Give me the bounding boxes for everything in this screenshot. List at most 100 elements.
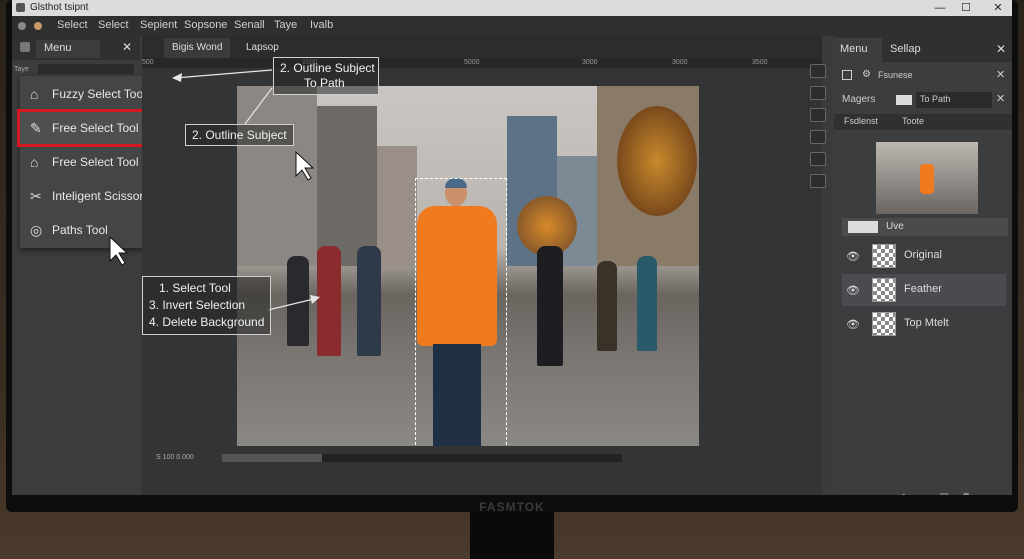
- right-tool-strip: [808, 64, 832, 204]
- paths-panel-icon[interactable]: [810, 108, 826, 122]
- status-text: S 100 0.000: [156, 454, 194, 461]
- menu-select[interactable]: Select: [57, 19, 88, 31]
- tool-label: Free Select Tool: [52, 155, 139, 169]
- layer-thumbnail: [872, 244, 896, 268]
- menu-ivalb[interactable]: Ivalb: [310, 19, 333, 31]
- step-3: 3. Invert Selection: [149, 298, 246, 312]
- left-panel-tabs: Menu ✕: [12, 36, 140, 60]
- window-title: Glsthot tsipnt: [30, 2, 89, 13]
- building: [317, 106, 377, 266]
- layer-thumbnail: [872, 312, 896, 336]
- free-select-icon: ✎: [30, 120, 42, 136]
- live-row[interactable]: Uve: [842, 218, 1008, 236]
- layer-name: Original: [904, 249, 942, 261]
- pedestrian: [287, 256, 309, 346]
- back-icon[interactable]: ◁: [897, 492, 905, 495]
- tab-sellap[interactable]: Sellap: [890, 43, 921, 55]
- panel-row-path: Magers To Path ✕: [834, 92, 1012, 110]
- swatch-icon[interactable]: [896, 95, 912, 105]
- pedestrian: [597, 261, 617, 351]
- monitor-brand: FASMTOK: [479, 500, 545, 514]
- folder-icon[interactable]: ▣: [940, 492, 949, 495]
- layer-name: Top Mtelt: [904, 317, 949, 329]
- ruler-mark: 3000: [672, 59, 688, 66]
- brush-icon[interactable]: [810, 130, 826, 144]
- screen: Glsthot tsipnt — ☐ ✕ Select Select Sepie…: [12, 0, 1012, 495]
- panel-small-label: Taye: [14, 66, 29, 73]
- doc-tab-1[interactable]: Bigis Wond: [164, 38, 231, 58]
- ruler-mark: 3500: [752, 59, 768, 66]
- live-label: Uve: [886, 221, 904, 232]
- layer-feather[interactable]: 👁 Feather: [842, 274, 1006, 306]
- sub-tab-b[interactable]: Toote: [902, 116, 924, 126]
- callout-line1: 2. Outline Subject: [280, 61, 375, 75]
- home-icon: [20, 42, 30, 52]
- building: [237, 86, 317, 266]
- menu-senall[interactable]: Senall: [234, 19, 265, 31]
- callout-steps: 1. Select Tool 3. Invert Selection 4. De…: [142, 276, 272, 335]
- pedestrian: [317, 246, 341, 356]
- menu-sepient[interactable]: Sepient: [140, 19, 177, 31]
- eye-icon[interactable]: 👁: [846, 318, 860, 331]
- tool-label: Fuzzy Select Tool: [52, 87, 146, 101]
- monitor-stand: [470, 512, 554, 559]
- eye-icon[interactable]: 👁: [846, 284, 860, 297]
- ruler-mark: 500: [142, 59, 154, 66]
- settings-icon[interactable]: ⚙: [962, 492, 971, 495]
- layer-name: Feather: [904, 283, 942, 295]
- scissors-icon: ✂: [30, 188, 42, 204]
- menu-select-2[interactable]: Select: [98, 19, 129, 31]
- free-select-icon: ⌂: [30, 154, 39, 170]
- callout-outline-subject: 2. Outline Subject: [185, 124, 294, 146]
- field-close-icon[interactable]: ✕: [996, 92, 1005, 105]
- document-tabs: Bigis Wond Lapsop: [142, 36, 822, 58]
- magers-label: Magers: [842, 94, 876, 105]
- scroll-thumb[interactable]: [222, 454, 322, 462]
- heart-icon: [18, 22, 26, 30]
- tab-menu-right[interactable]: Menu: [834, 38, 882, 62]
- checkbox-icon[interactable]: [842, 70, 852, 80]
- new-layer-icon[interactable]: ▭: [917, 492, 926, 495]
- autumn-tree: [617, 106, 697, 216]
- panel-row-sub: Fsdlenst Toote: [834, 114, 1012, 130]
- channels-icon[interactable]: [810, 86, 826, 100]
- gradient-icon[interactable]: [810, 174, 826, 188]
- mode-label: Fsunese: [878, 70, 913, 80]
- preview-subject: [920, 164, 934, 194]
- navigator-preview[interactable]: [876, 142, 978, 214]
- layer-footer: ⋯ ◁ ▭ ▣ ⚙: [874, 492, 971, 495]
- more-icon[interactable]: ⋯: [874, 492, 884, 495]
- panel-row-mode: ⚙ Fsunese ✕: [834, 68, 1012, 86]
- pattern-icon[interactable]: [810, 152, 826, 166]
- row-close-icon[interactable]: ✕: [996, 68, 1005, 81]
- ruler-mark: 5000: [464, 59, 480, 66]
- doc-tab-2[interactable]: Lapsop: [238, 38, 287, 58]
- right-panel-close-icon[interactable]: ✕: [996, 42, 1006, 56]
- menu-taye[interactable]: Taye: [274, 19, 297, 31]
- right-panel-tabs: Menu Sellap ✕: [834, 36, 1012, 62]
- layer-original[interactable]: 👁 Original: [842, 240, 1006, 272]
- horizontal-scrollbar[interactable]: [222, 454, 622, 462]
- menu-sopsone[interactable]: Sopsone: [184, 19, 227, 31]
- maximize-button[interactable]: ☐: [948, 0, 984, 16]
- canvas-photo[interactable]: [237, 86, 699, 446]
- to-path-field[interactable]: To Path: [916, 92, 992, 108]
- layer-top[interactable]: 👁 Top Mtelt: [842, 308, 1006, 340]
- live-swatch: [848, 221, 878, 233]
- pedestrian: [537, 246, 563, 366]
- tool-options-field[interactable]: [38, 64, 134, 74]
- building: [377, 146, 417, 266]
- pedestrian: [637, 256, 657, 351]
- tab-menu[interactable]: Menu: [36, 40, 100, 58]
- app-icon: [16, 3, 25, 12]
- sub-tab-a[interactable]: Fsdlenst: [844, 116, 878, 126]
- canvas-area: Bigis Wond Lapsop 500 1500 5000 3000 300…: [142, 36, 822, 495]
- left-panel-close-icon[interactable]: ✕: [122, 40, 132, 54]
- layers-icon[interactable]: [810, 64, 826, 78]
- paths-icon: ◎: [30, 222, 43, 238]
- tool-label: Free Select Tool: [52, 121, 139, 135]
- eye-icon[interactable]: 👁: [846, 250, 860, 263]
- callout-line2: To Path: [304, 76, 345, 90]
- callout-outline-to-path: 2. Outline Subject To Path: [273, 57, 379, 95]
- close-button[interactable]: ✕: [980, 0, 1012, 16]
